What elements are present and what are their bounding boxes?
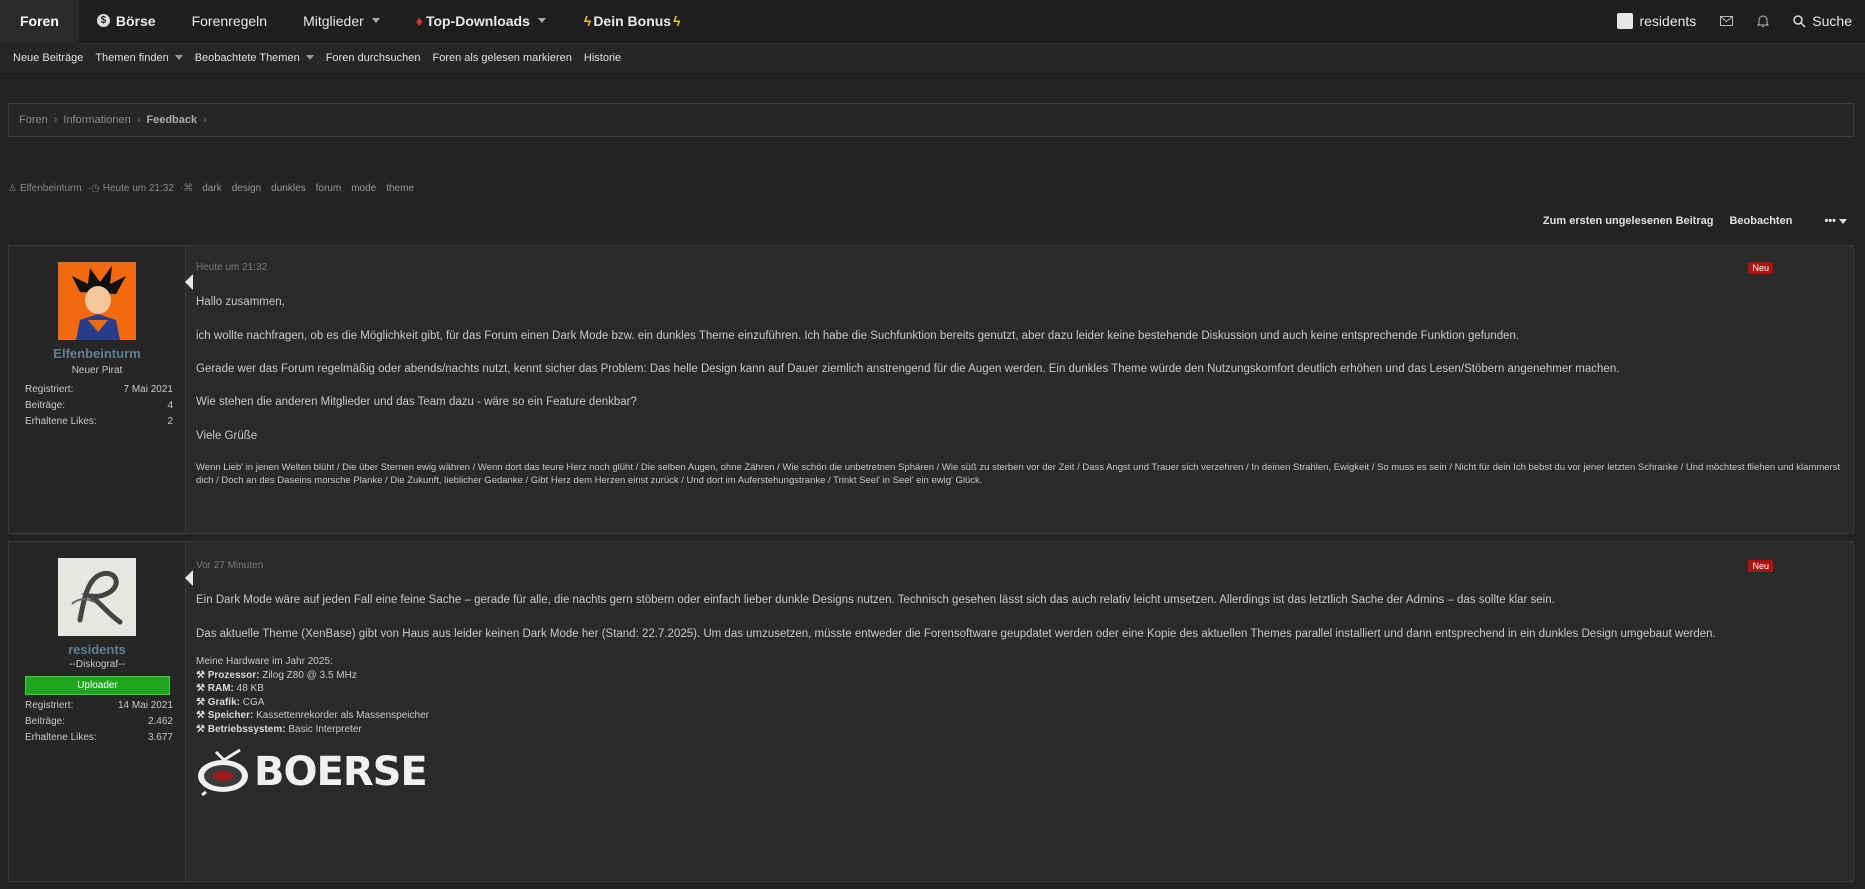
subnav-foren-durchsuchen[interactable]: Foren durchsuchen [320, 52, 427, 64]
chevron-down-icon [305, 55, 314, 60]
coin-icon: $ [96, 14, 110, 27]
user-title: Neuer Pirat [71, 365, 123, 376]
post-paragraph: Hallo zusammen, [196, 296, 285, 308]
tab-foren[interactable]: Foren [0, 0, 79, 42]
stat-row: Erhaltene Likes: 3.677 [25, 732, 173, 743]
post-user-panel: Elfenbeinturm Neuer Pirat Registriert: 7 … [9, 246, 193, 533]
tag-theme[interactable]: theme [386, 183, 414, 194]
post-time[interactable]: Heute um 21:32 [196, 262, 267, 273]
tab-forenregeln[interactable]: Forenregeln [174, 0, 286, 42]
post-1: Elfenbeinturm Neuer Pirat Registriert: 7 … [8, 245, 1854, 534]
watch-button[interactable]: Beobachten [1729, 215, 1792, 227]
subnav-themen-finden[interactable]: Themen finden [89, 52, 188, 64]
uploader-banner: Uploader [25, 676, 170, 695]
thread-meta: ♙ Elfenbeinturm ·◷ Heute um 21:32 ·⌘ dar… [8, 183, 414, 194]
clock-icon: ·◷ [87, 183, 100, 194]
chevron-right-icon: › [203, 114, 207, 126]
breadcrumb-informationen[interactable]: Informationen [63, 114, 130, 126]
avatar[interactable] [58, 262, 136, 340]
chevron-right-icon: › [53, 114, 58, 126]
fire-icon: ♦ [415, 12, 423, 29]
post-paragraph: ich wollte nachfragen, ob es die Möglich… [196, 330, 1520, 342]
user-stats: Registriert: 7 Mai 2021 Beiträge: 4 Erhalt… [25, 384, 173, 432]
tab-mitglieder[interactable]: Mitglieder [285, 0, 398, 42]
chevron-down-icon[interactable] [537, 18, 546, 23]
post-username[interactable]: Elfenbeinturm [9, 346, 185, 361]
inbox-button[interactable] [1708, 0, 1745, 42]
post-paragraph: Das aktuelle Theme (XenBase) gibt von Ha… [196, 628, 1716, 640]
breadcrumb-feedback[interactable]: Feedback [146, 114, 197, 126]
tag-dunkles[interactable]: dunkles [271, 183, 305, 194]
tag-icon: ·⌘ [179, 183, 194, 194]
stat-row: Beiträge: 4 [25, 400, 173, 411]
stat-row: Erhaltene Likes: 2 [25, 416, 173, 427]
stat-row: Registriert: 7 Mai 2021 [25, 384, 173, 395]
tab-top-downloads[interactable]: ♦ Top-Downloads [398, 0, 564, 42]
breadcrumb: Foren › Informationen › Feedback › [8, 103, 1854, 137]
first-unread-button[interactable]: Zum ersten ungelesenen Beitrag [1543, 215, 1714, 227]
post-2: residents --Diskograf-- Uploader Registr… [8, 541, 1854, 882]
tab-boerse[interactable]: $ Börse [79, 0, 174, 42]
user-title: --Diskograf-- [69, 659, 125, 670]
post-body: Vor 27 Minuten Neu Ein Dark Mode wäre au… [186, 542, 1853, 881]
post-body: Heute um 21:32 Neu Hallo zusammen, ich w… [186, 246, 1853, 533]
tag-dark[interactable]: dark [202, 183, 221, 194]
more-options-button[interactable]: ••• [1808, 215, 1847, 227]
hardware-item: ⚒ Prozessor: Zilog Z80 @ 3.5 MHz [196, 669, 357, 681]
avatar[interactable] [58, 558, 136, 636]
hardware-item: ⚒ Grafik: CGA [196, 696, 265, 708]
chevron-right-icon: › [136, 114, 141, 126]
bell-icon [1757, 15, 1770, 27]
sub-navigation: Neue Beiträge Themen finden Beobachtete … [0, 42, 1865, 74]
top-navigation: Foren $ Börse Forenregeln Mitglieder ♦ Top… [0, 0, 1865, 42]
subnav-mark-read[interactable]: Foren als gelesen markieren [426, 52, 577, 64]
new-badge: Neu [1748, 560, 1773, 572]
subnav-beobachtete-themen[interactable]: Beobachtete Themen [189, 52, 320, 64]
post-paragraph: Viele Grüße [196, 430, 258, 442]
hardware-item: ⚒ RAM: 48 KB [196, 683, 264, 694]
user-stats: Registriert: 14 Mai 2021 Beiträge: 2.462 E… [25, 700, 173, 748]
breadcrumb-foren[interactable]: Foren [19, 114, 48, 126]
account-menu[interactable]: residents [1605, 0, 1708, 42]
user-icon: ♙ [8, 183, 17, 194]
post-paragraph: Ein Dark Mode wäre auf jeden Fall eine f… [196, 594, 1555, 606]
subnav-historie[interactable]: Historie [578, 52, 627, 64]
lightning-icon: ϟ [673, 12, 681, 29]
lightning-icon: ϟ [583, 12, 592, 29]
boerse-logo: BOERSE [196, 748, 428, 796]
post-signature: Wenn Lieb' in jenen Welten blüht / Die ü… [196, 462, 1841, 486]
avatar [1617, 13, 1634, 29]
stat-row: Registriert: 14 Mai 2021 [25, 700, 173, 711]
tag-mode[interactable]: mode [351, 183, 376, 194]
chevron-down-icon[interactable] [371, 18, 380, 23]
tag-design[interactable]: design [232, 183, 261, 194]
post-paragraph: Wie stehen die anderen Mitglieder und da… [196, 396, 637, 408]
search-icon [1793, 14, 1806, 28]
post-user-panel: residents --Diskograf-- Uploader Registr… [9, 542, 193, 881]
thread-author[interactable]: Elfenbeinturm [20, 183, 82, 194]
account-area: residents Suche [1605, 0, 1865, 42]
chevron-down-icon [1839, 219, 1847, 224]
new-badge: Neu [1748, 262, 1773, 274]
stat-row: Beiträge: 2.462 [25, 716, 173, 727]
alerts-button[interactable] [1745, 0, 1781, 42]
thread-time[interactable]: Heute um 21:32 [103, 183, 174, 194]
subnav-neue-beitraege[interactable]: Neue Beiträge [7, 52, 89, 64]
hardware-item: ⚒ Speicher: Kassettenrekorder als Massen… [196, 710, 429, 721]
tab-dein-bonus[interactable]: ϟ Dein Bonus ϟ [564, 0, 701, 42]
post-time[interactable]: Vor 27 Minuten [196, 560, 263, 571]
hardware-item: ⚒ Betriebssystem: Basic Interpreter [196, 723, 362, 735]
chevron-down-icon [174, 55, 183, 60]
search-button[interactable]: Suche [1781, 0, 1865, 42]
hardware-signature: Meine Hardware im Jahr 2025: ⚒ Prozessor… [196, 656, 429, 735]
envelope-icon [1720, 16, 1734, 26]
tv-logo-icon [198, 748, 248, 796]
post-username[interactable]: residents [9, 642, 185, 657]
post-paragraph: Gerade wer das Forum regelmäßig oder abe… [196, 363, 1620, 375]
thread-actions: Zum ersten ungelesenen Beitrag Beobachte… [1527, 215, 1847, 227]
logo-text: BOERSE [254, 749, 428, 795]
tag-forum[interactable]: forum [316, 183, 342, 194]
